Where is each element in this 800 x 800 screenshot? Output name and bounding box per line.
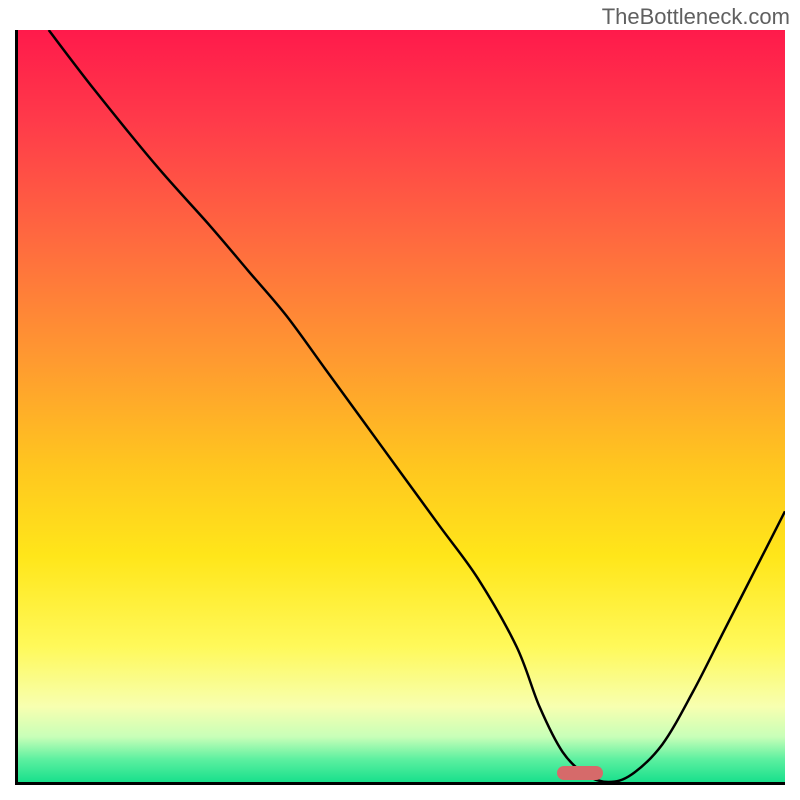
bottleneck-curve-path: [49, 30, 785, 782]
plot-area: [15, 30, 785, 785]
bottleneck-curve-svg: [18, 30, 785, 782]
chart-container: TheBottleneck.com: [0, 0, 800, 800]
optimal-range-marker: [557, 766, 603, 780]
watermark-text: TheBottleneck.com: [602, 4, 790, 30]
